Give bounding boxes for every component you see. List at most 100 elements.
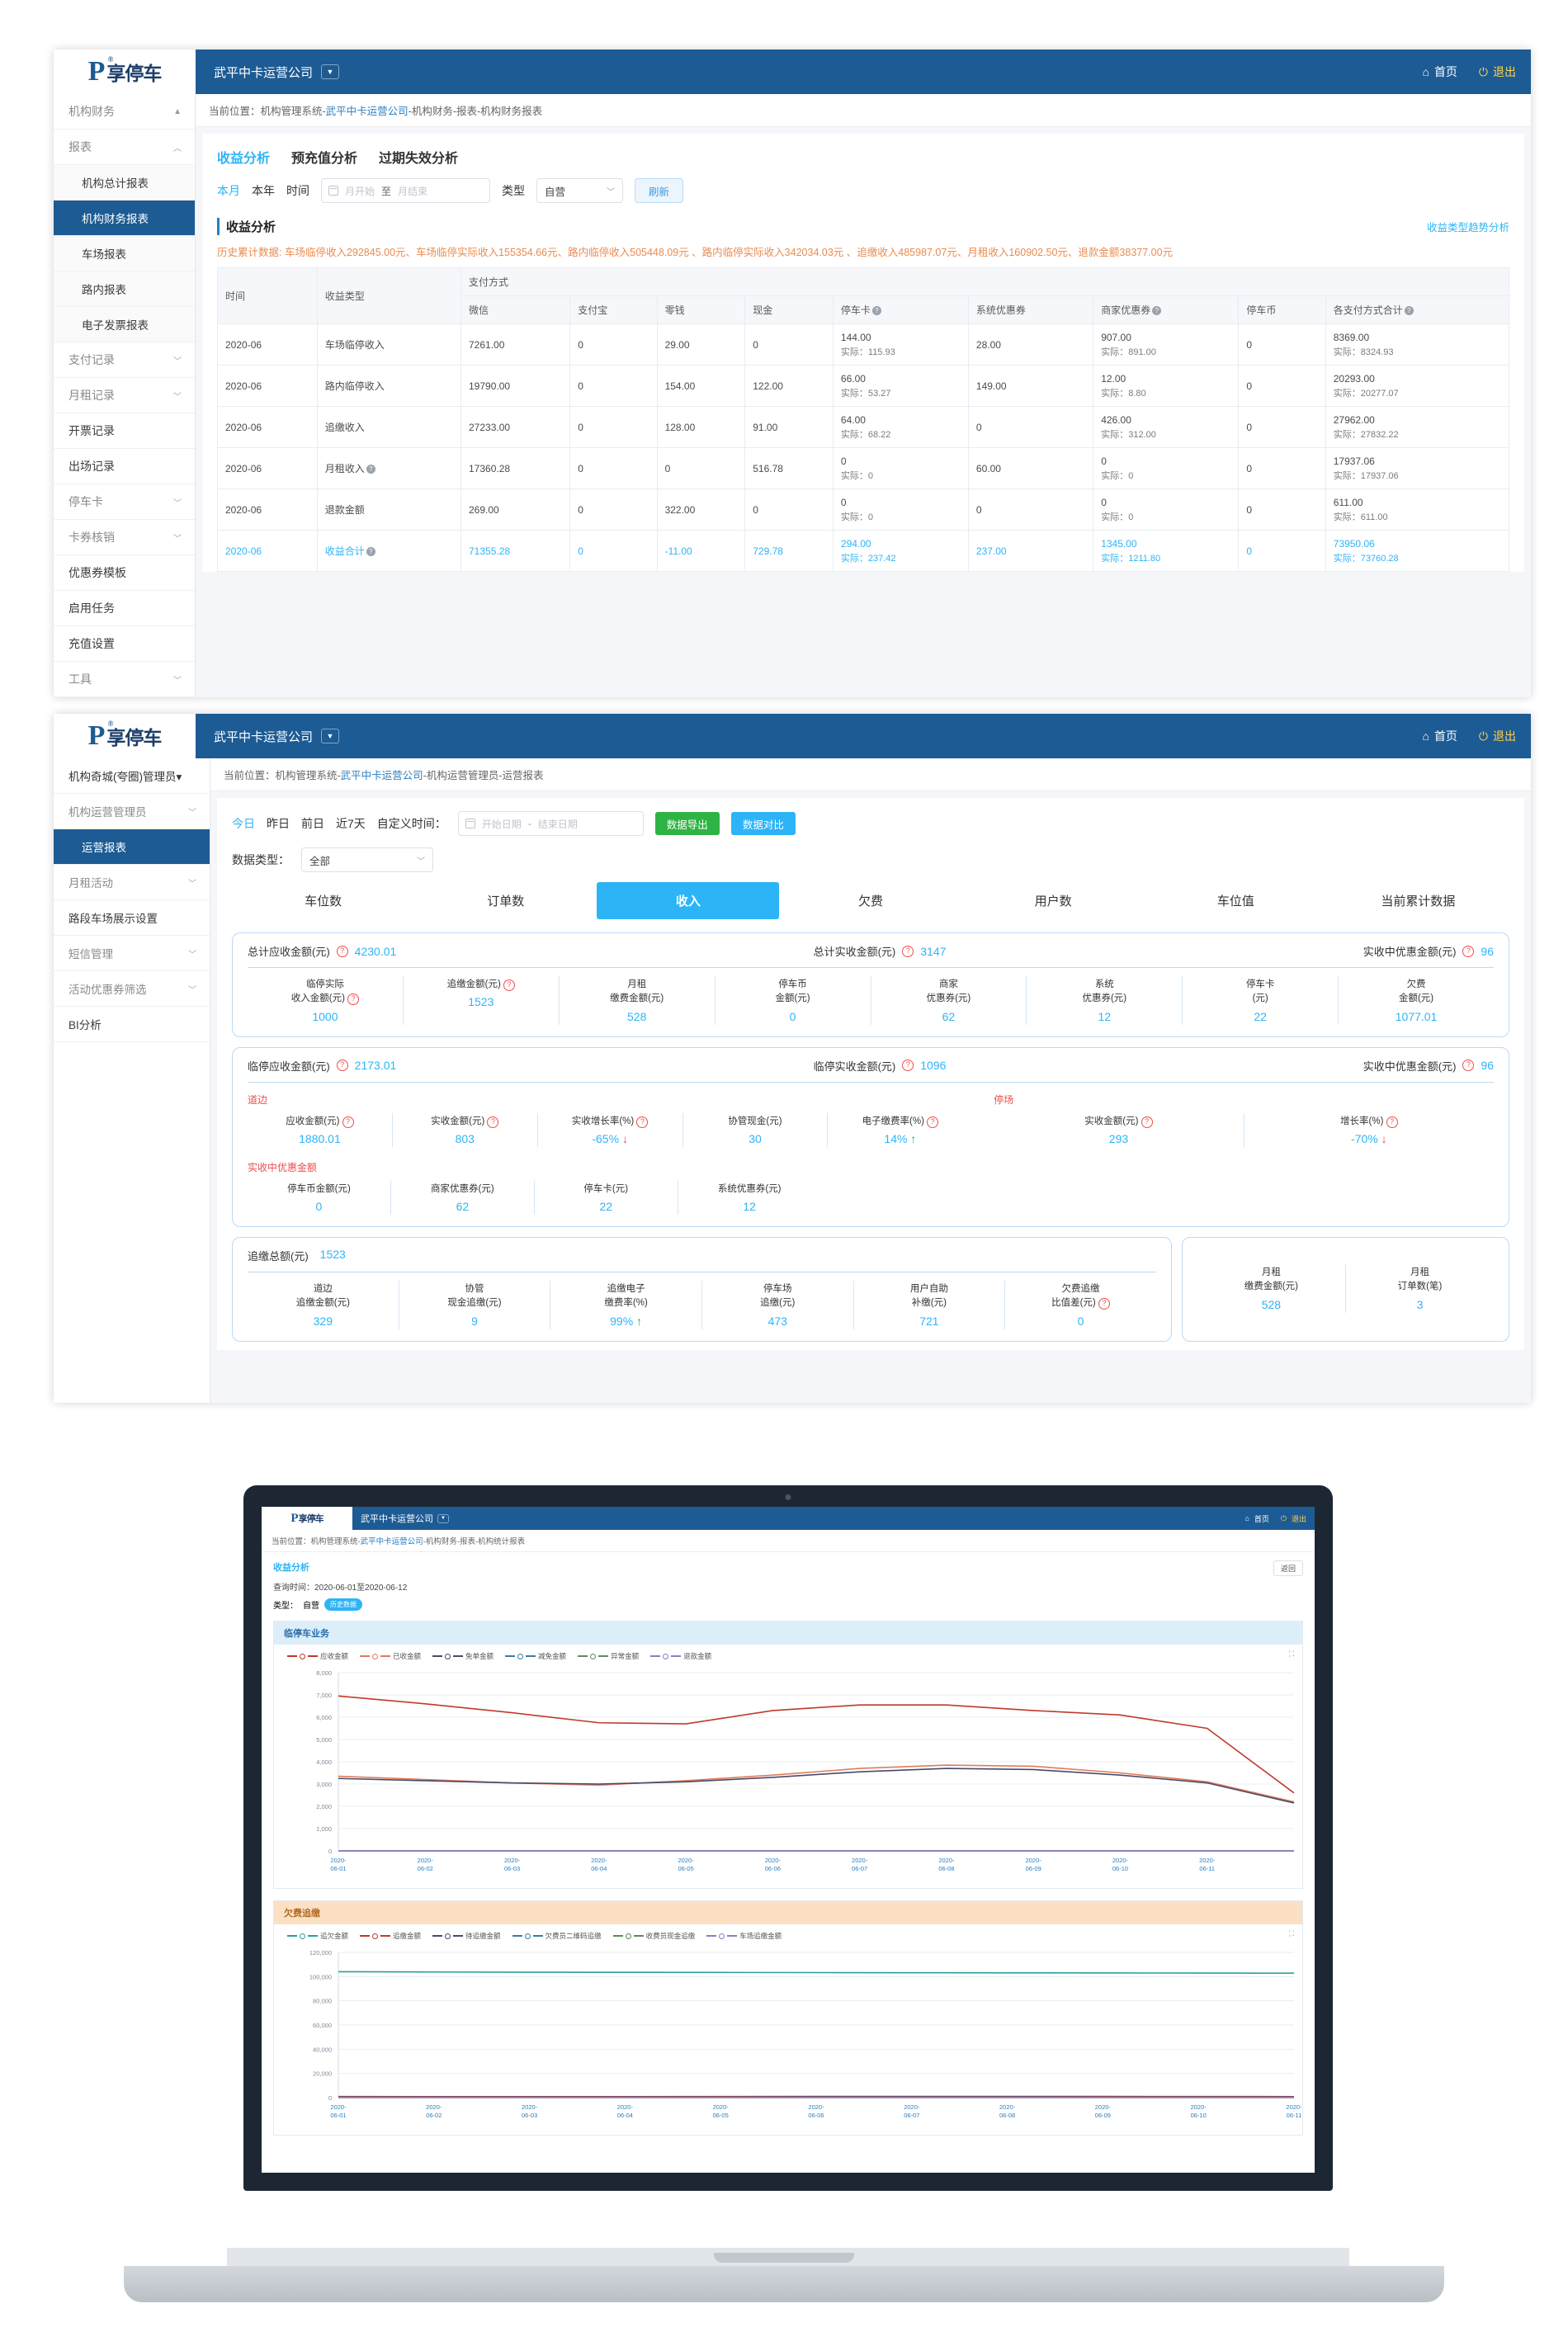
home-button[interactable]: ⌂ 首页 <box>1244 1513 1268 1524</box>
metric-tab-6[interactable]: 当前累计数据 <box>1327 882 1509 919</box>
logout-button[interactable]: ⏻ 退出 <box>1479 728 1516 744</box>
breadcrumb-link[interactable]: 武平中卡运营公司 <box>361 1537 423 1546</box>
help-icon[interactable]: ? <box>347 994 359 1005</box>
table-row[interactable]: 2020-06路内临停收入19790.000154.00122.0066.00实… <box>218 366 1509 407</box>
table-row[interactable]: 2020-06退款金额269.000322.0000实际：000实际：00611… <box>218 489 1509 531</box>
brand-logo[interactable]: P 享停车 <box>262 1507 352 1530</box>
legend-item-5[interactable]: 退款金额 <box>650 1651 711 1661</box>
help-icon[interactable]: ? <box>366 465 375 474</box>
fullscreen-icon[interactable]: ⛶ <box>1289 1650 1294 1659</box>
help-icon[interactable]: ? <box>872 306 881 315</box>
sidebar-item-p1-8[interactable]: 月租记录﹀ <box>54 378 195 413</box>
legend-item-1[interactable]: 追缴金额 <box>360 1931 421 1941</box>
help-icon[interactable]: ? <box>337 946 348 957</box>
help-icon[interactable]: ? <box>636 1116 648 1128</box>
sidebar-item-p1-13[interactable]: 优惠券模板 <box>54 555 195 591</box>
help-icon[interactable]: ? <box>337 1060 348 1071</box>
sidebar-item-p2-1[interactable]: 运营报表 <box>54 829 210 865</box>
sidebar-item-p1-15[interactable]: 充值设置 <box>54 626 195 662</box>
breadcrumb-link[interactable]: 武平中卡运营公司 <box>341 770 423 781</box>
home-button[interactable]: ⌂ 首页 <box>1422 728 1457 744</box>
help-icon[interactable]: ? <box>1462 1060 1474 1071</box>
help-icon[interactable]: ? <box>1405 306 1414 315</box>
sidebar-item-p1-14[interactable]: 启用任务 <box>54 591 195 626</box>
help-icon[interactable]: ? <box>1141 1116 1153 1128</box>
logout-button[interactable]: ⏻ 退出 <box>1479 64 1516 80</box>
home-button[interactable]: ⌂ 首页 <box>1422 64 1457 80</box>
org-selector-label[interactable]: 武平中卡运营公司 <box>214 728 313 745</box>
table-row[interactable]: 2020-06月租收入?17360.2800516.780实际：060.000实… <box>218 448 1509 489</box>
logout-button[interactable]: ⏻ 退出 <box>1281 1513 1306 1524</box>
sidebar-item-p1-2[interactable]: 机构总计报表 <box>54 165 195 201</box>
sidebar-item-p1-4[interactable]: 车场报表 <box>54 236 195 271</box>
quickdate-daybefore[interactable]: 前日 <box>301 815 324 832</box>
sidebar-item-p1-12[interactable]: 卡券核销﹀ <box>54 520 195 555</box>
sidebar-item-p1-6[interactable]: 电子发票报表 <box>54 307 195 342</box>
chevron-down-icon[interactable]: ▼ <box>437 1514 449 1523</box>
brand-logo[interactable]: P® 享停车 <box>54 714 196 758</box>
legend-item-2[interactable]: 免单金额 <box>432 1651 494 1661</box>
sidebar-item-p2-6[interactable]: BI分析 <box>54 1007 210 1042</box>
chevron-down-icon[interactable]: ▼ <box>321 64 339 79</box>
tab-prepaid-analysis[interactable]: 预充值分析 <box>291 147 357 167</box>
tab-revenue-analysis[interactable]: 收益分析 <box>217 147 270 167</box>
metric-tab-0[interactable]: 车位数 <box>232 882 414 919</box>
legend-item-5[interactable]: 车场追缴金额 <box>706 1931 782 1941</box>
metric-tab-5[interactable]: 车位值 <box>1145 882 1327 919</box>
date-range-input[interactable]: 月开始 至 月结束 <box>321 178 490 203</box>
legend-item-2[interactable]: 待追缴金额 <box>432 1931 501 1941</box>
table-row[interactable]: 2020-06车场临停收入7261.00029.000144.00实际：115.… <box>218 324 1509 366</box>
sidebar-item-p1-0[interactable]: 机构财务▲ <box>54 94 195 130</box>
legend-item-0[interactable]: 应收金额 <box>287 1651 348 1661</box>
help-icon[interactable]: ? <box>342 1116 354 1128</box>
breadcrumb-link[interactable]: 武平中卡运营公司 <box>326 106 409 117</box>
help-icon[interactable]: ? <box>366 547 375 556</box>
help-icon[interactable]: ? <box>1098 1298 1110 1310</box>
filter-this-year[interactable]: 本年 <box>252 182 275 199</box>
chevron-down-icon[interactable]: ▼ <box>321 729 339 743</box>
brand-logo[interactable]: P® 享停车 <box>54 50 196 94</box>
legend-item-0[interactable]: 追欠金额 <box>287 1931 348 1941</box>
help-icon[interactable]: ? <box>927 1116 938 1128</box>
sidebar-item-p2-0[interactable]: 机构运营管理员﹀ <box>54 794 210 829</box>
sidebar-item-p1-1[interactable]: 报表︿ <box>54 130 195 165</box>
legend-item-4[interactable]: 异常金额 <box>578 1651 639 1661</box>
refresh-button[interactable]: 刷新 <box>635 178 683 203</box>
sidebar-item-p2-5[interactable]: 活动优惠券筛选﹀ <box>54 971 210 1007</box>
datatype-select[interactable]: 全部 ﹀ <box>301 847 433 872</box>
help-icon[interactable]: ? <box>503 979 515 991</box>
help-icon[interactable]: ? <box>1152 306 1161 315</box>
org-selector-label[interactable]: 武平中卡运营公司 <box>361 1512 433 1525</box>
metric-tab-2[interactable]: 收入 <box>597 882 779 919</box>
sidebar-item-p2-4[interactable]: 短信管理﹀ <box>54 936 210 971</box>
sidebar-item-p1-10[interactable]: 出场记录 <box>54 449 195 484</box>
help-icon[interactable]: ? <box>487 1116 498 1128</box>
sidebar-item-p2-2[interactable]: 月租活动﹀ <box>54 865 210 900</box>
filter-this-month[interactable]: 本月 <box>217 182 240 199</box>
sidebar-item-p2-3[interactable]: 路段车场展示设置 <box>54 900 210 936</box>
help-icon[interactable]: ? <box>1462 946 1474 957</box>
fullscreen-icon[interactable]: ⛶ <box>1289 1929 1294 1938</box>
compare-data-button[interactable]: 数据对比 <box>731 812 796 835</box>
legend-item-3[interactable]: 欠费员二维码追缴 <box>512 1931 602 1941</box>
table-row[interactable]: 2020-06追缴收入27233.000128.0091.0064.00实际：6… <box>218 407 1509 448</box>
tab-expiry-analysis[interactable]: 过期失效分析 <box>379 147 458 167</box>
back-button[interactable]: 返回 <box>1273 1560 1303 1576</box>
table-row[interactable]: 2020-06收益合计?71355.280-11.00729.78294.00实… <box>218 531 1509 572</box>
sidebar-item-p1-16[interactable]: 工具﹀ <box>54 662 195 697</box>
custom-date-range-input[interactable]: 开始日期 - 结束日期 <box>458 811 644 836</box>
metric-tab-4[interactable]: 用户数 <box>962 882 1145 919</box>
help-icon[interactable]: ? <box>902 1060 914 1071</box>
sidebar-item-p1-9[interactable]: 开票记录 <box>54 413 195 449</box>
legend-item-4[interactable]: 收费员现金追缴 <box>613 1931 696 1941</box>
quickdate-today[interactable]: 今日 <box>232 815 255 832</box>
help-icon[interactable]: ? <box>902 946 914 957</box>
quickdate-7days[interactable]: 近7天 <box>336 815 366 832</box>
sidebar-item-p1-5[interactable]: 路内报表 <box>54 271 195 307</box>
legend-item-1[interactable]: 已收金额 <box>360 1651 421 1661</box>
revenue-trend-link[interactable]: 收益类型趋势分析 <box>1427 219 1509 234</box>
legend-item-3[interactable]: 减免金额 <box>505 1651 566 1661</box>
type-select[interactable]: 自营 ﹀ <box>536 178 623 203</box>
sidebar-org-header[interactable]: 机构奇城(夸圈)管理员▾ <box>54 758 210 794</box>
sidebar-item-p1-3[interactable]: 机构财务报表 <box>54 201 195 236</box>
